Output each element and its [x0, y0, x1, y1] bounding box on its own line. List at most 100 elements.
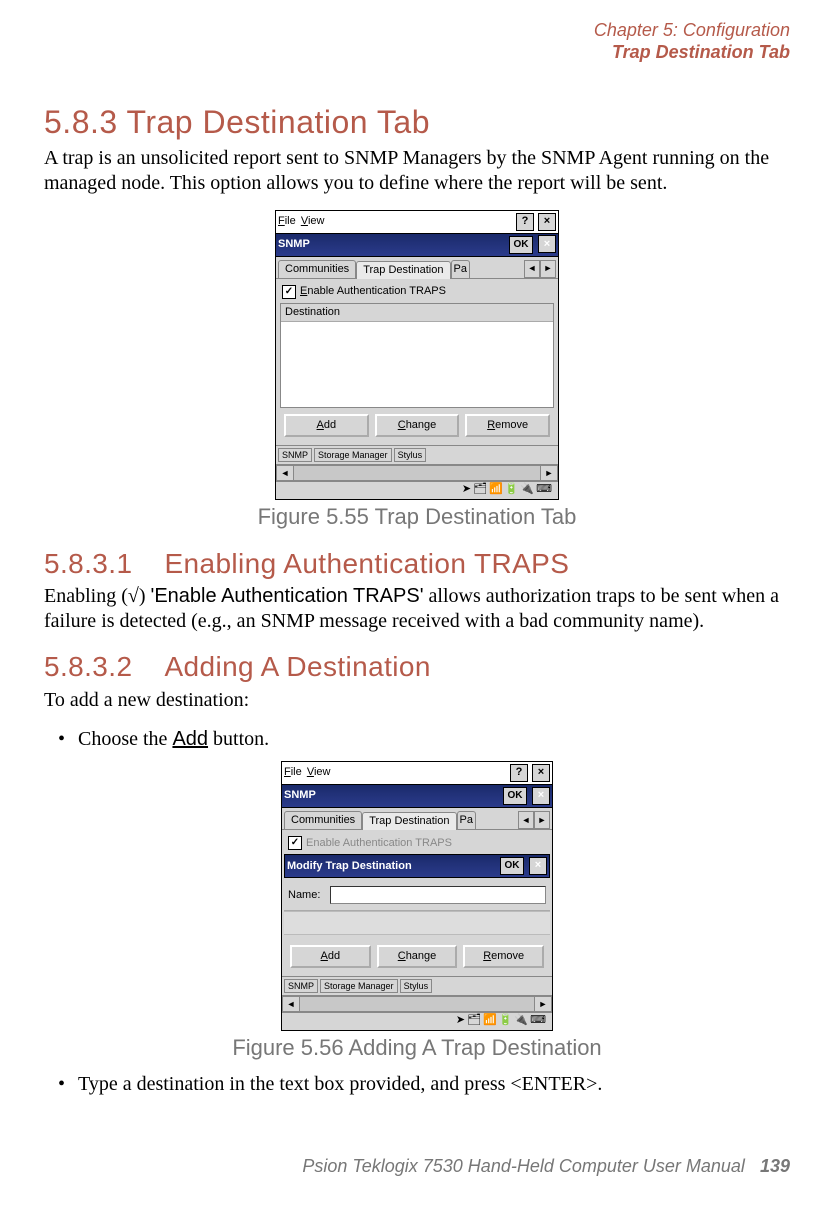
tab-scroll-right-2[interactable]: ► — [534, 811, 550, 829]
hscroll-track-2[interactable] — [300, 996, 534, 1012]
add-label-inline: Add — [172, 728, 208, 750]
tab-scroll-right[interactable]: ► — [540, 260, 556, 278]
enable-traps-label-2: Enable Authentication TRAPSEnable Authen… — [306, 837, 452, 850]
tab-partial[interactable]: Pa — [451, 260, 470, 278]
subsection-title: Enabling Authentication TRAPS — [164, 548, 569, 579]
close-button-3[interactable]: × — [532, 764, 550, 782]
tabs-row-2: Communities Trap Destination Pa ◄ ► — [282, 808, 552, 830]
change-button[interactable]: ChangeChange — [375, 414, 460, 437]
figure-5-56: FileFile ViewView ? × SNMP OK × Communit… — [44, 761, 790, 1032]
tab-trap-destination-2[interactable]: Trap Destination — [362, 812, 456, 830]
task-stylus-2[interactable]: Stylus — [400, 979, 433, 993]
figure-5-55-caption: Figure 5.55 Trap Destination Tab — [44, 504, 790, 530]
subsection-num-2: 5.8.3.2 — [44, 650, 132, 684]
figure-5-55: FFileile ViewView ? × SNMP OK × Communit… — [44, 210, 790, 501]
destination-box: Destination — [280, 303, 554, 408]
taskbar: SNMP Storage Manager Stylus — [276, 445, 558, 464]
system-tray-2: ➤🗂📶🔋🔌⌨ — [282, 1012, 552, 1030]
hscroll: ◄ ► — [276, 464, 558, 481]
bullet-type-destination: Type a destination in the text box provi… — [78, 1072, 790, 1096]
tab-scroll-left[interactable]: ◄ — [524, 260, 540, 278]
dialog-ok-button[interactable]: OK — [500, 857, 524, 875]
name-input[interactable] — [330, 886, 546, 904]
page-footer: Psion Teklogix 7530 Hand-Held Computer U… — [44, 1156, 790, 1178]
snmp-window: FFileile ViewView ? × SNMP OK × Communit… — [275, 210, 559, 501]
help-button-2[interactable]: ? — [510, 764, 528, 782]
tab-communities[interactable]: Communities — [278, 260, 356, 278]
name-label: Name: — [288, 889, 320, 902]
hscroll-left-2[interactable]: ◄ — [282, 996, 300, 1012]
menu-view-2[interactable]: ViewView — [307, 766, 331, 778]
hscroll-left[interactable]: ◄ — [276, 465, 294, 481]
menu-right: ? × — [515, 213, 556, 231]
enable-traps-checkbox[interactable]: ✓ — [282, 285, 296, 299]
tabs-row: Communities Trap Destination Pa ◄ ► — [276, 257, 558, 279]
task-snmp-2[interactable]: SNMP — [284, 979, 318, 993]
remove-button-2[interactable]: RemoveRemove — [463, 945, 544, 968]
enable-traps-row: ✓ Enable Authentication TRAPSEnable Auth… — [280, 283, 554, 301]
bullet-choose-add: Choose the Add button. — [78, 727, 790, 751]
footer-text: Psion Teklogix 7530 Hand-Held Computer U… — [302, 1156, 745, 1176]
name-row: Name: — [282, 880, 552, 910]
change-button-2[interactable]: ChangeChange — [377, 945, 458, 968]
titlebar: SNMP OK × — [276, 234, 558, 257]
dialog-close-button[interactable]: × — [529, 857, 547, 875]
sub2-paragraph: To add a new destination: — [44, 688, 790, 713]
subsection-num: 5.8.3.1 — [44, 547, 132, 581]
panel-2: ✓ Enable Authentication TRAPSEnable Auth… — [282, 830, 552, 852]
add-button[interactable]: AddAdd — [284, 414, 369, 437]
menubar: FFileile ViewView ? × — [276, 211, 558, 234]
menu-file[interactable]: FFileile — [278, 215, 296, 227]
help-button[interactable]: ? — [516, 213, 534, 231]
close-button-4[interactable]: × — [532, 787, 550, 805]
subsection-title-2: Adding A Destination — [164, 651, 430, 682]
hscroll-track[interactable] — [294, 465, 540, 481]
chapter-header: Chapter 5: Configuration Trap Destinatio… — [44, 20, 790, 63]
taskbar-2: SNMP Storage Manager Stylus — [282, 976, 552, 995]
menu-view[interactable]: ViewView — [301, 215, 325, 227]
task-storage-2[interactable]: Storage Manager — [320, 979, 398, 993]
figure-5-56-caption: Figure 5.56 Adding A Trap Destination — [44, 1035, 790, 1061]
close-button[interactable]: × — [538, 213, 556, 231]
snmp-window-2: FileFile ViewView ? × SNMP OK × Communit… — [281, 761, 553, 1032]
tab-scroll-left-2[interactable]: ◄ — [518, 811, 534, 829]
hscroll-right-2[interactable]: ► — [534, 996, 552, 1012]
ok-button[interactable]: OK — [509, 236, 533, 254]
tab-trap-destination[interactable]: Trap Destination — [356, 261, 450, 279]
tab-partial-2[interactable]: Pa — [457, 811, 476, 829]
task-storage[interactable]: Storage Manager — [314, 448, 392, 462]
menubar-2: FileFile ViewView ? × — [282, 762, 552, 785]
destination-header: Destination — [281, 304, 553, 322]
button-row: AddAdd ChangeChange RemoveRemove — [280, 408, 554, 441]
add-button-2[interactable]: AddAdd — [290, 945, 371, 968]
hscroll-right[interactable]: ► — [540, 465, 558, 481]
sub1-paragraph: Enabling (√) 'Enable Authentication TRAP… — [44, 584, 790, 634]
destination-list[interactable] — [281, 322, 553, 407]
subsection-5-8-3-2: 5.8.3.2 Adding A Destination — [44, 650, 790, 684]
hscroll-2: ◄ ► — [282, 995, 552, 1012]
chapter-line: Chapter 5: Configuration — [44, 20, 790, 42]
tab-communities-2[interactable]: Communities — [284, 811, 362, 829]
close-button-2[interactable]: × — [538, 235, 556, 253]
title-text-2: SNMP — [284, 789, 316, 802]
ok-button-2[interactable]: OK — [503, 787, 527, 805]
modify-dialog-titlebar: Modify Trap Destination OK × — [284, 854, 550, 878]
task-snmp[interactable]: SNMP — [278, 448, 312, 462]
menu-left: FFileile ViewView — [278, 215, 326, 228]
enable-traps-label: Enable Authentication TRAPSEnable Authen… — [300, 285, 446, 298]
modify-dialog-title: Modify Trap Destination — [287, 860, 412, 873]
task-stylus[interactable]: Stylus — [394, 448, 427, 462]
enable-traps-checkbox-2[interactable]: ✓ — [288, 836, 302, 850]
title-text: SNMP — [278, 238, 310, 251]
page-number: 139 — [760, 1156, 790, 1176]
remove-button[interactable]: RemoveRemove — [465, 414, 550, 437]
button-row-2: AddAdd ChangeChange RemoveRemove — [286, 939, 548, 972]
enable-auth-traps-quoted: 'Enable Authentication TRAPS' — [151, 585, 424, 607]
gray-band — [284, 911, 550, 935]
section-heading-5-8-3: 5.8.3 Trap Destination Tab — [44, 103, 790, 141]
chapter-subtitle: Trap Destination Tab — [44, 42, 790, 64]
subsection-5-8-3-1: 5.8.3.1 Enabling Authentication TRAPS — [44, 547, 790, 581]
system-tray: ➤🗂📶🔋🔌⌨ — [276, 481, 558, 499]
menu-file-2[interactable]: FileFile — [284, 766, 302, 778]
section-paragraph: A trap is an unsolicited report sent to … — [44, 146, 790, 196]
